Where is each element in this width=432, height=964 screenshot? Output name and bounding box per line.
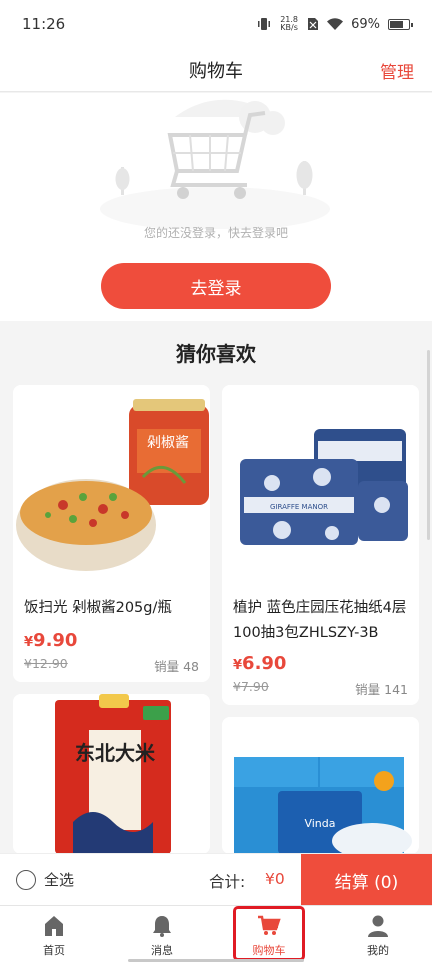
tab-label: 首页: [43, 943, 65, 957]
status-bar: 11:26 21.8 KB/s 69%: [0, 0, 432, 48]
sales-count: 销量 141: [355, 682, 408, 697]
status-icons: 21.8 KB/s 69%: [257, 15, 413, 32]
product-card[interactable]: 剁椒酱 饭扫光 剁椒酱205g/瓶 ¥9.90 ¥12.90 销量 48: [13, 385, 210, 682]
scrollbar[interactable]: [427, 350, 430, 540]
battery-percent: 69%: [351, 16, 380, 32]
product-card[interactable]: 东北大米: [13, 694, 210, 854]
empty-cart-illustration: [100, 99, 330, 229]
tab-label: 我的: [367, 943, 389, 957]
brand-text: GIRAFFE MANOR: [270, 503, 328, 511]
tab-cart[interactable]: 购物车: [229, 906, 309, 964]
login-button[interactable]: 去登录: [101, 263, 331, 309]
product-image: Vinda: [222, 717, 419, 854]
tab-profile[interactable]: 我的: [338, 906, 418, 964]
cart-icon: [258, 915, 281, 935]
product-image: GIRAFFE MANOR: [222, 385, 419, 585]
total-value: ¥0: [265, 870, 285, 888]
product-image: 东北大米: [13, 694, 210, 854]
original-price: ¥7.90: [233, 679, 269, 694]
select-all-label: 全选: [44, 871, 75, 889]
product-image: 剁椒酱: [13, 385, 210, 585]
product-card[interactable]: GIRAFFE MANOR 植护 蓝色庄园压花抽纸4层100抽3包ZHLSZY-…: [222, 385, 419, 705]
vibrate-icon: [258, 18, 271, 30]
battery-icon: [388, 18, 413, 30]
status-time: 11:26: [22, 15, 66, 33]
product-name: 植护 蓝色庄园压花抽纸4层100抽3包ZHLSZY-3B: [233, 600, 407, 641]
select-all-toggle[interactable]: 全选: [16, 869, 74, 890]
product-name: 饭扫光 剁椒酱205g/瓶: [24, 600, 172, 616]
login-hint: 您的还没登录，快去登录吧: [143, 226, 288, 240]
login-section: 您的还没登录，快去登录吧 去登录: [0, 93, 432, 321]
bag-text: 东北大米: [75, 741, 156, 765]
product-card[interactable]: Vinda: [222, 717, 419, 854]
page-title: 购物车: [189, 60, 243, 82]
tab-messages[interactable]: 消息: [122, 906, 202, 964]
total-label: 合计:: [209, 873, 246, 891]
header: 购物车 管理: [0, 48, 432, 92]
home-icon: [45, 915, 63, 936]
wifi-icon: [327, 17, 344, 30]
user-icon: [368, 915, 388, 937]
network-speed: 21.8 KB/s: [280, 15, 298, 32]
recommend-title: 猜你喜欢: [176, 342, 256, 366]
tab-home[interactable]: 首页: [14, 906, 94, 964]
product-price: ¥9.90: [24, 630, 78, 651]
tab-bar: 首页 消息 购物车 我的: [0, 905, 432, 964]
select-all-radio[interactable]: [16, 869, 36, 890]
tab-label: 购物车: [252, 943, 286, 957]
checkout-button[interactable]: 结算 (0): [301, 854, 432, 906]
no-sim-icon: [308, 18, 319, 30]
bell-icon: [153, 915, 171, 937]
home-indicator[interactable]: [128, 959, 304, 962]
checkout-bar: 全选 合计: ¥0 结算 (0): [0, 853, 432, 906]
brand-text: Vinda: [304, 817, 335, 830]
tab-label: 消息: [151, 943, 173, 957]
jar-label: 剁椒酱: [147, 435, 189, 451]
product-price: ¥6.90: [233, 653, 287, 674]
manage-button[interactable]: 管理: [380, 58, 414, 83]
sales-count: 销量 48: [154, 659, 199, 674]
original-price: ¥12.90: [24, 656, 68, 671]
